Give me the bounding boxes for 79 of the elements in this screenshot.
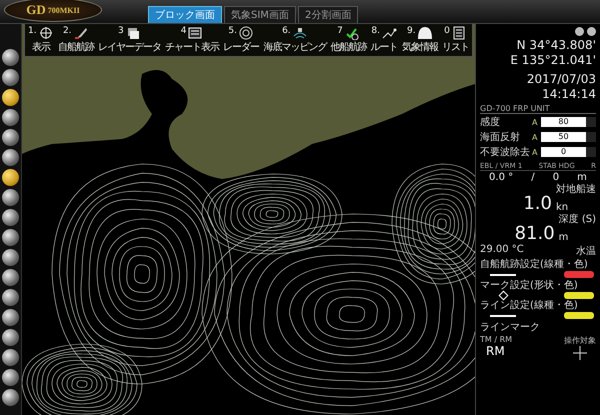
toolbar-button[interactable]: 3 レイヤーデータ bbox=[98, 26, 161, 54]
toolbar-button[interactable]: 1. 表示 bbox=[28, 26, 54, 54]
line-swatch bbox=[490, 274, 516, 276]
tool-button[interactable] bbox=[2, 369, 19, 386]
toolbar-button[interactable]: 2. 自船航跡 bbox=[58, 26, 94, 54]
logo: GD 700MKII bbox=[4, 0, 102, 22]
date: 2017/07/03 bbox=[526, 72, 596, 86]
control-label: 海面反射 bbox=[480, 130, 521, 144]
mode-label: A bbox=[532, 132, 538, 142]
mode-label: A bbox=[532, 148, 538, 156]
color-swatch[interactable] bbox=[564, 292, 594, 298]
radar-icon bbox=[238, 26, 254, 40]
tool-button[interactable] bbox=[2, 129, 19, 146]
readout-label: 深度 (S) bbox=[558, 214, 596, 225]
unit: m bbox=[577, 172, 587, 183]
tool-button[interactable] bbox=[2, 349, 19, 366]
tab[interactable]: ブロック画面 bbox=[148, 6, 222, 23]
motion-label: TM / RM bbox=[480, 335, 512, 344]
toolbar-button[interactable]: 0 リスト bbox=[442, 26, 469, 54]
tool-button[interactable] bbox=[2, 389, 19, 406]
readout-unit: kn bbox=[556, 202, 569, 213]
setting-label: ライン設定(線種・色) bbox=[480, 300, 579, 312]
pen-icon bbox=[72, 26, 89, 40]
list-icon bbox=[450, 26, 467, 40]
tool-button[interactable] bbox=[2, 89, 19, 106]
tool-button[interactable] bbox=[2, 109, 19, 126]
tool-button[interactable] bbox=[2, 309, 19, 326]
chart-icon bbox=[187, 26, 204, 40]
control-label: 不要波除去 bbox=[480, 146, 531, 159]
tool-button[interactable] bbox=[2, 329, 19, 346]
toolbar-button[interactable]: 5. レーダー bbox=[223, 26, 260, 54]
toolbar-button[interactable]: 6. 海底マッピング bbox=[263, 26, 326, 54]
tab[interactable]: 2分割画面 bbox=[298, 6, 358, 23]
time: 14:14:14 bbox=[541, 87, 596, 101]
tool-button[interactable] bbox=[2, 229, 19, 246]
tool-button[interactable] bbox=[2, 189, 19, 206]
readout-label: 対地船速 bbox=[556, 184, 596, 195]
tab[interactable]: 気象SIM画面 bbox=[224, 6, 296, 23]
distance: 0 bbox=[552, 172, 560, 183]
tool-button[interactable] bbox=[2, 169, 19, 186]
toolbar-button[interactable]: 4 チャート表示 bbox=[165, 26, 220, 54]
crosshair-icon bbox=[573, 346, 587, 360]
tool-button[interactable] bbox=[2, 269, 19, 286]
color-swatch[interactable] bbox=[564, 271, 594, 278]
temperature-label: 水温 bbox=[576, 244, 596, 258]
motion-value[interactable]: RM bbox=[480, 344, 512, 358]
tool-button[interactable] bbox=[2, 49, 19, 66]
sonar-icon bbox=[292, 26, 308, 40]
toolbar-button[interactable]: 8. ルート bbox=[370, 26, 398, 54]
value-field[interactable]: 50 bbox=[541, 132, 596, 142]
toolbar-button[interactable]: 9. 気象情報 bbox=[402, 26, 438, 54]
tool-button[interactable] bbox=[2, 69, 19, 86]
value-field[interactable]: 0 bbox=[541, 147, 596, 157]
readout-value: 1.0 bbox=[522, 195, 553, 213]
line-swatch bbox=[490, 314, 516, 316]
readout-value: 81.0 bbox=[514, 225, 556, 243]
compass-icon bbox=[38, 26, 54, 40]
tool-button[interactable] bbox=[2, 249, 19, 266]
setting-label: マーク設定(形状・色) bbox=[480, 280, 579, 291]
tool-button[interactable] bbox=[2, 289, 19, 306]
mode-label: A bbox=[532, 118, 538, 126]
color-swatch[interactable] bbox=[564, 312, 594, 319]
temperature: 29.00 °C bbox=[480, 244, 524, 257]
latitude: N 34°43.808' bbox=[516, 38, 596, 52]
toolbar-button[interactable]: 7 他船航跡 bbox=[330, 26, 367, 54]
tool-button[interactable] bbox=[2, 149, 19, 166]
check-icon bbox=[344, 26, 360, 40]
target-label: 操作対象 bbox=[564, 335, 596, 346]
value-field[interactable]: 80 bbox=[541, 117, 596, 127]
line-mark-label: ラインマーク bbox=[480, 322, 541, 333]
setting-label: 自船航跡設定(線種・色) bbox=[480, 259, 589, 270]
control-label: 感度 bbox=[480, 116, 501, 129]
readout-unit: m bbox=[558, 232, 570, 243]
tool-button[interactable] bbox=[2, 209, 19, 226]
bearing: 0.0 ° bbox=[489, 172, 514, 183]
separator: / bbox=[531, 172, 535, 183]
route-icon bbox=[380, 26, 397, 40]
unit-title: GD-700 FRP UNIT bbox=[480, 104, 596, 114]
longitude: E 135°21.041' bbox=[509, 53, 596, 67]
